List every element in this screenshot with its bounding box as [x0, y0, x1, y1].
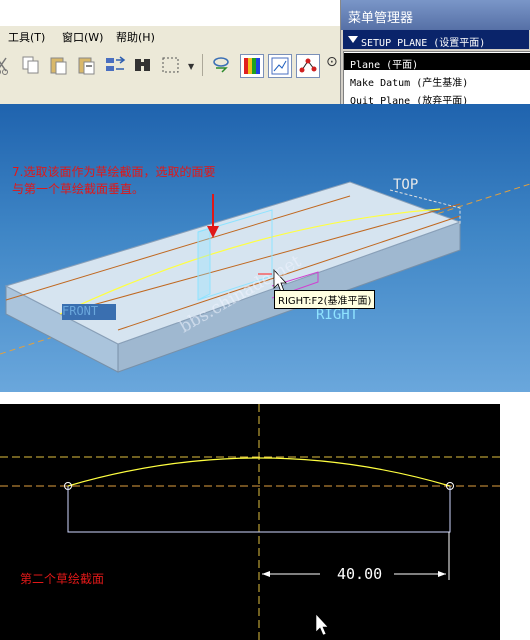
datum-display-icon[interactable]	[296, 54, 320, 78]
setup-plane-header[interactable]: SETUP PLANE (设置平面)	[343, 30, 529, 49]
model-graphics[interactable]	[0, 104, 530, 392]
menu-window[interactable]: 窗口(W)	[62, 29, 103, 45]
menu-tools[interactable]: 工具(T)	[8, 29, 45, 45]
sketch-view[interactable]: 40.00 第二个草绘截面	[0, 404, 500, 640]
sketch-graphics[interactable]	[0, 404, 500, 640]
spin-center-icon[interactable]: ⊙	[326, 54, 338, 70]
menu-item-make-datum[interactable]: Make Datum (产生基准)	[344, 71, 530, 89]
dim-arrow-left	[262, 571, 270, 577]
select-box-icon[interactable]	[160, 54, 182, 76]
orient-icon[interactable]	[210, 54, 232, 76]
menu-manager-title: 菜单管理器	[341, 0, 530, 30]
right-plane-edge	[197, 227, 211, 301]
toolbar: ▼ ⊙	[0, 46, 340, 105]
paste-special-icon[interactable]	[76, 54, 98, 76]
datum-label-right[interactable]: RIGHT	[316, 307, 358, 323]
dim-arrow-right	[438, 571, 446, 577]
sketch-mouse-cursor	[315, 613, 329, 636]
sketch-caption: 第二个草绘截面	[20, 572, 105, 586]
color-appearance-icon[interactable]	[240, 54, 264, 78]
collapse-arrow-icon[interactable]	[348, 36, 358, 43]
dimension-value[interactable]: 40.00	[337, 565, 382, 583]
menu-item-plane[interactable]: Plane (平面)	[344, 53, 530, 71]
menu-manager-list: Plane (平面) Make Datum (产生基准) Quit Plane …	[343, 51, 530, 111]
menu-manager: 菜单管理器 SETUP PLANE (设置平面) Plane (平面) Make…	[340, 0, 530, 115]
menu-help[interactable]: 帮助(H)	[116, 29, 155, 45]
paste-icon[interactable]	[48, 54, 70, 76]
menu-bar: 工具(T) 窗口(W) 帮助(H)	[0, 26, 340, 46]
step-annotation: 7.选取该面作为草绘截面，选取的面要 与第一个草绘截面垂直。	[12, 165, 216, 196]
model-viewport[interactable]: 7.选取该面作为草绘截面，选取的面要 与第一个草绘截面垂直。 TOP RIGHT…	[0, 104, 530, 392]
datum-label-front[interactable]: FRONT	[62, 304, 116, 320]
datum-label-top[interactable]: TOP	[393, 177, 418, 193]
copy-icon[interactable]	[20, 54, 42, 76]
cut-icon[interactable]	[0, 54, 14, 76]
chevron-down-icon[interactable]: ▼	[188, 62, 194, 71]
model-tree-icon[interactable]	[268, 54, 292, 78]
regenerate-icon[interactable]	[104, 54, 126, 76]
preselect-tooltip: RIGHT:F2(基准平面)	[274, 290, 376, 309]
find-icon[interactable]	[132, 54, 154, 76]
toolbar-separator	[202, 54, 203, 76]
